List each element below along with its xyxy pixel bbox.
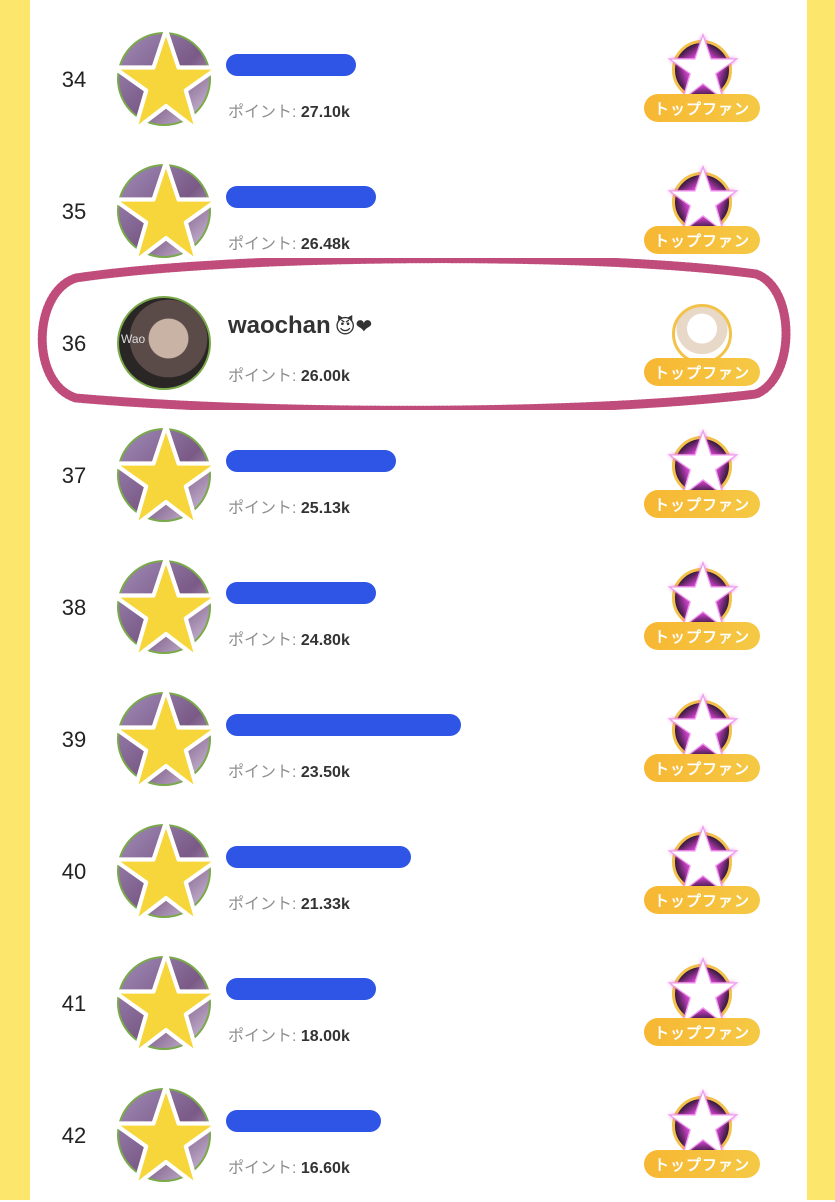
user-avatar[interactable]: Wao — [117, 296, 211, 390]
points: ポイント: 21.33k — [228, 890, 350, 914]
yellow-star-icon — [112, 954, 220, 1054]
points-label: ポイント: — [228, 368, 301, 385]
top-fan-widget[interactable]: トップファン — [644, 32, 764, 128]
redacted-user-name — [226, 186, 376, 208]
points: ポイント: 18.00k — [228, 1022, 350, 1046]
top-fan-widget[interactable]: トップファン — [644, 956, 764, 1052]
yellow-star-icon — [112, 162, 220, 262]
left-yellow-border — [0, 0, 30, 1200]
ranking-row[interactable]: 36 Wao waochan 😈❤ ポイント: 26.00k トップファン — [30, 278, 807, 410]
points-label: ポイント: — [228, 632, 301, 649]
top-fan-badge: トップファン — [644, 754, 760, 782]
redacted-user-name — [226, 1110, 381, 1132]
top-fan-badge: トップファン — [644, 886, 760, 914]
points: ポイント: 25.13k — [228, 494, 350, 518]
rank-number: 36 — [61, 331, 87, 356]
points: ポイント: 16.60k — [228, 1154, 350, 1178]
rank-number: 41 — [61, 991, 87, 1016]
ranking-list: 34 ポイント: 27.10k トップファン 35 ポイント: 26.48k ト… — [30, 0, 807, 1200]
points: ポイント: 24.80k — [228, 626, 350, 650]
avatar-watermark: Wao — [121, 332, 146, 346]
top-fan-widget[interactable]: トップファン — [644, 428, 764, 524]
points-value: 26.48k — [300, 236, 350, 253]
redacted-user-name — [226, 714, 461, 736]
top-fan-badge: トップファン — [644, 1150, 760, 1178]
rank-number: 39 — [61, 727, 87, 752]
points-label: ポイント: — [228, 104, 301, 121]
top-fan-widget[interactable]: トップファン — [644, 560, 764, 656]
points-label: ポイント: — [228, 500, 301, 517]
rank-number: 40 — [61, 859, 87, 884]
points-label: ポイント: — [228, 236, 301, 253]
user-name[interactable]: waochan 😈❤ — [228, 312, 372, 340]
yellow-star-icon — [112, 822, 220, 922]
redacted-user-name — [226, 978, 376, 1000]
redacted-user-name — [226, 450, 396, 472]
yellow-star-icon — [112, 558, 220, 658]
points-label: ポイント: — [228, 1028, 301, 1045]
redacted-user-name — [226, 54, 356, 76]
top-fan-widget[interactable]: トップファン — [644, 296, 764, 392]
ranking-row[interactable]: 41 ポイント: 18.00k トップファン — [30, 938, 807, 1070]
points-value: 26.00k — [300, 368, 350, 385]
ranking-row[interactable]: 35 ポイント: 26.48k トップファン — [30, 146, 807, 278]
fan-avatar[interactable] — [672, 304, 732, 364]
yellow-star-icon — [112, 690, 220, 790]
points-value: 25.13k — [300, 500, 350, 517]
right-yellow-border — [807, 0, 835, 1200]
ranking-row[interactable]: 38 ポイント: 24.80k トップファン — [30, 542, 807, 674]
devil-heart-icon: 😈❤ — [334, 315, 373, 338]
top-fan-badge: トップファン — [644, 622, 760, 650]
rank-number: 37 — [61, 463, 87, 488]
top-fan-widget[interactable]: トップファン — [644, 1088, 764, 1184]
top-fan-widget[interactable]: トップファン — [644, 164, 764, 260]
points-label: ポイント: — [228, 764, 301, 781]
ranking-row[interactable]: 34 ポイント: 27.10k トップファン — [30, 14, 807, 146]
top-fan-widget[interactable]: トップファン — [644, 824, 764, 920]
points-label: ポイント: — [228, 896, 301, 913]
top-fan-badge: トップファン — [644, 490, 760, 518]
points: ポイント: 26.00k — [228, 362, 350, 386]
ranking-row[interactable]: 40 ポイント: 21.33k トップファン — [30, 806, 807, 938]
points-value: 21.33k — [300, 896, 350, 913]
rank-number: 38 — [61, 595, 87, 620]
ranking-row[interactable]: 42 ポイント: 16.60k トップファン — [30, 1070, 807, 1202]
rank-number: 35 — [61, 199, 87, 224]
points-label: ポイント: — [228, 1160, 301, 1177]
points: ポイント: 23.50k — [228, 758, 350, 782]
points: ポイント: 26.48k — [228, 230, 350, 254]
redacted-user-name — [226, 582, 376, 604]
redacted-user-name — [226, 846, 411, 868]
points-value: 16.60k — [300, 1160, 350, 1177]
top-fan-badge: トップファン — [644, 1018, 760, 1046]
user-name-text: waochan — [228, 312, 331, 339]
yellow-star-icon — [112, 1086, 220, 1186]
rank-number: 34 — [61, 67, 87, 92]
points-value: 27.10k — [300, 104, 350, 121]
points: ポイント: 27.10k — [228, 98, 350, 122]
points-value: 23.50k — [300, 764, 350, 781]
ranking-row[interactable]: 39 ポイント: 23.50k トップファン — [30, 674, 807, 806]
top-fan-widget[interactable]: トップファン — [644, 692, 764, 788]
ranking-row[interactable]: 37 ポイント: 25.13k トップファン — [30, 410, 807, 542]
points-value: 18.00k — [300, 1028, 350, 1045]
yellow-star-icon — [112, 30, 220, 130]
top-fan-badge: トップファン — [644, 358, 760, 386]
top-fan-badge: トップファン — [644, 226, 760, 254]
top-fan-badge: トップファン — [644, 94, 760, 122]
yellow-star-icon — [112, 426, 220, 526]
rank-number: 42 — [61, 1123, 87, 1148]
points-value: 24.80k — [300, 632, 350, 649]
